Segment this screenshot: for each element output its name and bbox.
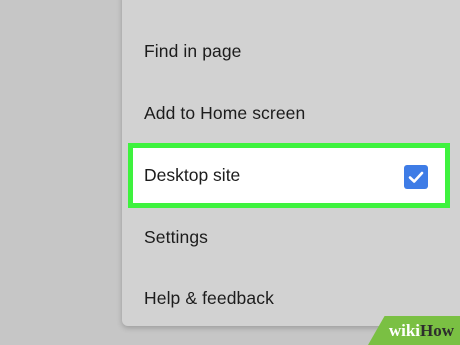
menu-item-desktop-site[interactable]: Desktop site — [128, 143, 450, 208]
watermark-how-text: How — [420, 320, 454, 340]
watermark-wiki-text: wiki — [388, 320, 420, 340]
desktop-site-label: Desktop site — [144, 165, 241, 185]
menu-item-help-feedback[interactable]: Help & feedback — [144, 288, 274, 309]
check-icon — [408, 171, 424, 183]
menu-item-settings[interactable]: Settings — [144, 227, 208, 248]
desktop-site-checkbox[interactable] — [404, 165, 428, 189]
menu-item-add-to-home-screen[interactable]: Add to Home screen — [144, 103, 305, 124]
menu-item-find-in-page[interactable]: Find in page — [144, 41, 242, 62]
